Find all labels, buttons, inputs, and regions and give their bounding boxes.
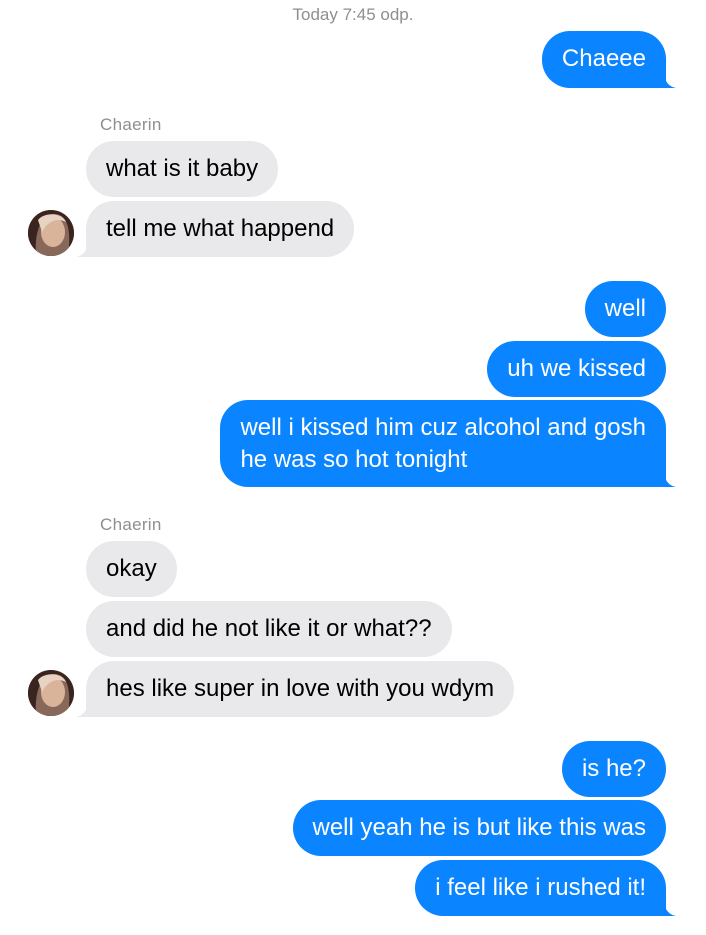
message-text: tell me what happend	[106, 215, 335, 242]
sender-name: Chaerin	[100, 115, 162, 134]
bubble-tail-icon	[76, 699, 98, 717]
contact-avatar[interactable]	[28, 210, 74, 256]
message-text-line: well i kissed him cuz alcohol and gosh	[240, 414, 646, 441]
bubble-tail-icon	[654, 469, 676, 487]
message-bubble-sent[interactable]: well i kissed him cuz alcohol and gosh h…	[220, 400, 676, 487]
message-bubble-received[interactable]: hes like super in love with you wdym	[76, 661, 515, 717]
message-text: is he?	[581, 755, 646, 782]
message-text: uh we kissed	[507, 355, 646, 382]
timestamp: Today 7:45 odp.	[292, 5, 414, 24]
avatar-photo-icon	[28, 210, 74, 256]
message-text: i feel like i rushed it!	[435, 874, 646, 901]
message-text-line: he was so hot tonight	[240, 446, 468, 473]
message-text: and did he not like it or what??	[106, 615, 432, 642]
message-bubble-sent[interactable]: is he?	[561, 741, 666, 797]
sender-name: Chaerin	[100, 515, 162, 534]
message-text: well	[604, 295, 646, 322]
avatar-photo-icon	[28, 670, 74, 716]
message-bubble-received[interactable]: tell me what happend	[76, 201, 355, 257]
message-bubble-received[interactable]: what is it baby	[86, 141, 279, 197]
message-text: what is it baby	[106, 155, 259, 182]
bubble-tail-icon	[76, 239, 98, 257]
message-text: okay	[106, 555, 157, 582]
message-bubble-sent[interactable]: well	[584, 281, 666, 337]
message-bubble-sent[interactable]: Chaeee	[541, 31, 676, 88]
message-text: Chaeee	[561, 45, 646, 72]
message-bubble-sent[interactable]: i feel like i rushed it!	[415, 860, 676, 916]
message-bubble-received[interactable]: and did he not like it or what??	[86, 601, 452, 657]
message-bubble-received[interactable]: okay	[86, 541, 177, 597]
bubble-tail-icon	[654, 70, 676, 88]
message-text: well yeah he is but like this was	[312, 814, 647, 841]
message-bubble-sent[interactable]: uh we kissed	[487, 341, 666, 397]
contact-avatar[interactable]	[28, 670, 74, 716]
message-text: hes like super in love with you wdym	[106, 675, 495, 702]
message-bubble-sent[interactable]: well yeah he is but like this was	[292, 800, 666, 856]
bubble-tail-icon	[654, 898, 676, 916]
